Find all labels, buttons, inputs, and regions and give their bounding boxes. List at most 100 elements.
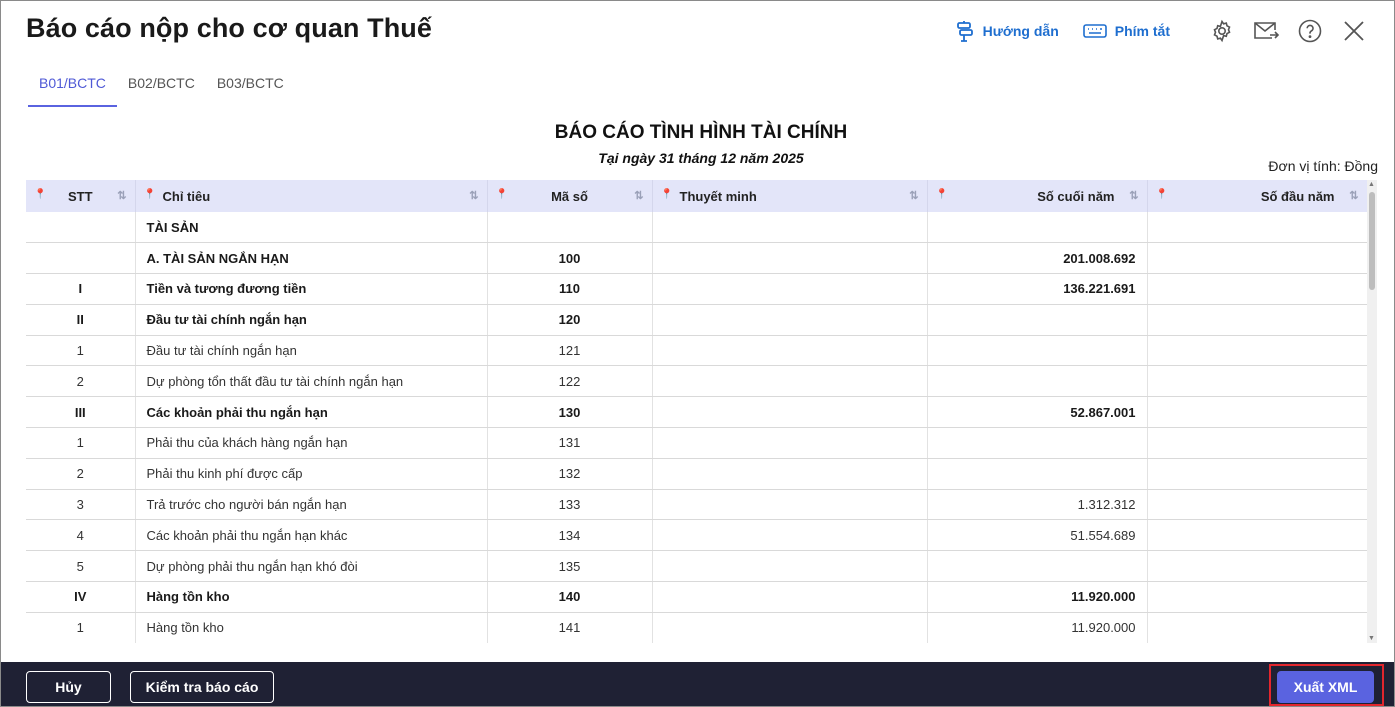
cell-chi-tieu[interactable]: Các khoản phải thu ngắn hạn xyxy=(135,396,488,429)
cell-chi-tieu[interactable]: Phải thu của khách hàng ngắn hạn xyxy=(135,427,488,459)
cell-so-dau-nam[interactable] xyxy=(1147,458,1367,490)
cell-thuyet-minh[interactable] xyxy=(652,519,928,552)
cell-so-dau-nam[interactable] xyxy=(1147,242,1367,275)
cell-stt[interactable]: II xyxy=(26,304,136,336)
cell-so-dau-nam[interactable] xyxy=(1147,550,1367,583)
cell-chi-tieu[interactable]: Trả trước cho người bán ngắn hạn xyxy=(135,489,488,521)
cell-so-cuoi-nam[interactable] xyxy=(927,335,1148,367)
cell-stt[interactable] xyxy=(26,212,136,244)
pin-icon[interactable]: 📍 xyxy=(1156,189,1168,200)
cell-so-cuoi-nam[interactable] xyxy=(927,427,1148,459)
cell-chi-tieu[interactable]: Đầu tư tài chính ngắn hạn xyxy=(135,335,488,367)
settings-button[interactable] xyxy=(1206,15,1238,47)
cell-thuyet-minh[interactable] xyxy=(652,212,928,244)
cell-so-dau-nam[interactable] xyxy=(1147,273,1367,305)
table-row[interactable]: 2 Phải thu kinh phí được cấp 132 xyxy=(26,458,1367,490)
cell-so-cuoi-nam[interactable]: 52.867.001 xyxy=(927,396,1148,429)
cell-ma-so[interactable]: 132 xyxy=(487,458,653,490)
cell-stt[interactable]: 1 xyxy=(26,612,136,643)
cell-chi-tieu[interactable]: Các khoản phải thu ngắn hạn khác xyxy=(135,519,488,552)
cell-stt[interactable]: 5 xyxy=(26,550,136,583)
tab-b02-bctc[interactable]: B02/BCTC xyxy=(117,63,206,108)
cell-so-cuoi-nam[interactable]: 136.221.691 xyxy=(927,273,1148,305)
tab-b03-bctc[interactable]: B03/BCTC xyxy=(206,63,295,108)
table-row[interactable]: IV Hàng tồn kho 140 11.920.000 xyxy=(26,581,1367,613)
cell-stt[interactable]: 3 xyxy=(26,489,136,521)
cell-stt[interactable]: 1 xyxy=(26,335,136,367)
scroll-thumb[interactable] xyxy=(1369,192,1375,290)
column-header-so-cuoi-nam[interactable]: 📍 Số cuối năm ⇅ xyxy=(927,180,1148,212)
check-report-button[interactable]: Kiểm tra báo cáo xyxy=(130,671,274,703)
shortcut-link[interactable]: Phím tắt xyxy=(1082,23,1170,39)
sort-icon[interactable]: ⇅ xyxy=(1349,189,1358,202)
cell-so-dau-nam[interactable] xyxy=(1147,304,1367,336)
table-row[interactable]: 4 Các khoản phải thu ngắn hạn khác 134 51.5… xyxy=(26,519,1367,552)
table-row[interactable]: A. TÀI SẢN NGẮN HẠN 100 201.008.692 xyxy=(26,242,1367,275)
table-row[interactable]: III Các khoản phải thu ngắn hạn 130 52.867.… xyxy=(26,396,1367,429)
cell-ma-so[interactable]: 121 xyxy=(487,335,653,367)
table-row[interactable]: II Đầu tư tài chính ngắn hạn 120 xyxy=(26,304,1367,336)
cell-thuyet-minh[interactable] xyxy=(652,458,928,490)
table-row[interactable]: 5 Dự phòng phải thu ngắn hạn khó đòi 135 xyxy=(26,550,1367,583)
table-row[interactable]: 2 Dự phòng tổn thất đầu tư tài chính ngắn… xyxy=(26,365,1367,398)
cell-chi-tieu[interactable]: Dự phòng phải thu ngắn hạn khó đòi xyxy=(135,550,488,583)
sort-icon[interactable]: ⇅ xyxy=(909,189,918,202)
export-xml-button[interactable]: Xuất XML xyxy=(1277,671,1374,703)
column-header-chi-tieu[interactable]: 📍 Chỉ tiêu ⇅ xyxy=(135,180,488,212)
cell-stt[interactable]: 1 xyxy=(26,427,136,459)
table-row[interactable]: I Tiền và tương đương tiền 110 136.221.691 xyxy=(26,273,1367,305)
table-scrollbar[interactable]: ▲ ▼ xyxy=(1367,180,1377,643)
cell-ma-so[interactable]: 135 xyxy=(487,550,653,583)
sort-icon[interactable]: ⇅ xyxy=(634,189,643,202)
cell-so-dau-nam[interactable] xyxy=(1147,519,1367,552)
cell-so-dau-nam[interactable] xyxy=(1147,612,1367,643)
pin-icon[interactable]: 📍 xyxy=(34,189,46,200)
cell-so-dau-nam[interactable] xyxy=(1147,489,1367,521)
cell-ma-so[interactable]: 134 xyxy=(487,519,653,552)
cell-so-dau-nam[interactable] xyxy=(1147,581,1367,613)
cell-thuyet-minh[interactable] xyxy=(652,365,928,398)
cell-ma-so[interactable]: 133 xyxy=(487,489,653,521)
cell-chi-tieu[interactable]: Dự phòng tổn thất đầu tư tài chính ngắn … xyxy=(135,365,488,398)
scroll-down-icon[interactable]: ▼ xyxy=(1368,635,1375,642)
cell-so-cuoi-nam[interactable] xyxy=(927,365,1148,398)
cell-so-cuoi-nam[interactable] xyxy=(927,550,1148,583)
cell-stt[interactable]: 2 xyxy=(26,458,136,490)
tab-b01-bctc[interactable]: B01/BCTC xyxy=(28,63,117,108)
table-row[interactable]: TÀI SẢN xyxy=(26,212,1367,244)
cell-ma-so[interactable]: 140 xyxy=(487,581,653,613)
table-row[interactable]: 1 Hàng tồn kho 141 11.920.000 xyxy=(26,612,1367,643)
cell-thuyet-minh[interactable] xyxy=(652,273,928,305)
pin-icon[interactable]: 📍 xyxy=(144,189,156,200)
cell-stt[interactable]: IV xyxy=(26,581,136,613)
cell-so-dau-nam[interactable] xyxy=(1147,396,1367,429)
cell-chi-tieu[interactable]: Hàng tồn kho xyxy=(135,612,488,643)
cell-so-cuoi-nam[interactable]: 1.312.312 xyxy=(927,489,1148,521)
cell-chi-tieu[interactable]: Đầu tư tài chính ngắn hạn xyxy=(135,304,488,336)
cell-chi-tieu[interactable]: Tiền và tương đương tiền xyxy=(135,273,488,305)
help-button[interactable] xyxy=(1294,15,1326,47)
cell-thuyet-minh[interactable] xyxy=(652,489,928,521)
cell-thuyet-minh[interactable] xyxy=(652,304,928,336)
cell-ma-so[interactable]: 122 xyxy=(487,365,653,398)
cell-so-cuoi-nam[interactable]: 51.554.689 xyxy=(927,519,1148,552)
guide-link[interactable]: Hướng dẫn xyxy=(955,20,1059,42)
table-row[interactable]: 1 Phải thu của khách hàng ngắn hạn 131 xyxy=(26,427,1367,459)
pin-icon[interactable]: 📍 xyxy=(661,189,673,200)
cell-so-dau-nam[interactable] xyxy=(1147,212,1367,244)
cell-thuyet-minh[interactable] xyxy=(652,612,928,643)
cell-ma-so[interactable]: 100 xyxy=(487,242,653,275)
pin-icon[interactable]: 📍 xyxy=(496,189,508,200)
column-header-stt[interactable]: 📍 STT ⇅ xyxy=(26,180,136,212)
cell-ma-so[interactable]: 120 xyxy=(487,304,653,336)
cell-stt[interactable]: 2 xyxy=(26,365,136,398)
pin-icon[interactable]: 📍 xyxy=(936,189,948,200)
cell-so-cuoi-nam[interactable]: 201.008.692 xyxy=(927,242,1148,275)
cell-thuyet-minh[interactable] xyxy=(652,335,928,367)
cell-thuyet-minh[interactable] xyxy=(652,396,928,429)
cell-thuyet-minh[interactable] xyxy=(652,427,928,459)
cell-chi-tieu[interactable]: TÀI SẢN xyxy=(135,212,488,244)
cell-ma-so[interactable]: 141 xyxy=(487,612,653,643)
sort-icon[interactable]: ⇅ xyxy=(117,189,126,202)
cell-ma-so[interactable] xyxy=(487,212,653,244)
